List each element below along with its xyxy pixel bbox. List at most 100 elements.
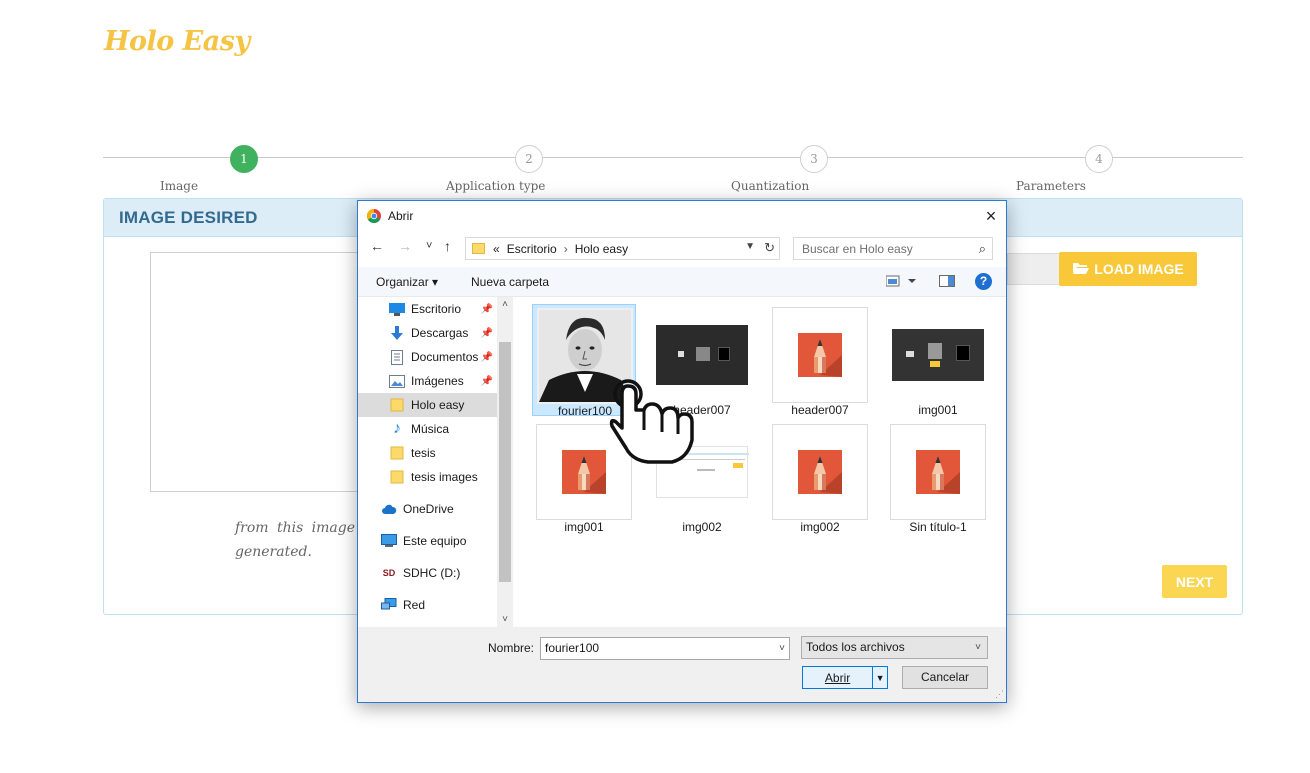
nav-item-holo-easy[interactable]: Holo easy <box>358 393 497 417</box>
help-icon[interactable]: ? <box>975 273 992 290</box>
file-list: fourier100 header007 header007 img001 im… <box>528 301 1003 623</box>
nav-item-sdhc[interactable]: SD SDHC (D:) <box>358 561 497 585</box>
step-3-circle[interactable]: 3 <box>800 145 828 173</box>
sd-card-icon: SD <box>382 568 396 578</box>
cancel-button[interactable]: Cancelar <box>902 666 988 689</box>
nav-item-musica[interactable]: ♪ Música <box>358 417 497 441</box>
filename-value: fourier100 <box>545 641 600 655</box>
nav-item-documentos[interactable]: Documentos 📌 <box>358 345 497 369</box>
view-options-icon[interactable] <box>885 274 918 291</box>
recent-locations-icon[interactable]: ˅ <box>426 240 432 252</box>
nav-item-imagenes[interactable]: Imágenes 📌 <box>358 369 497 393</box>
file-name: header007 <box>673 403 731 417</box>
open-button[interactable]: Abrir ▼ <box>802 666 888 689</box>
document-icon <box>389 349 405 365</box>
pencil-icon <box>798 450 842 494</box>
nav-item-label: OneDrive <box>403 502 454 516</box>
image-thumbnail <box>890 307 986 403</box>
nav-item-label: Documentos <box>411 350 479 364</box>
nav-item-red[interactable]: Red <box>358 593 497 617</box>
step-2-label: Application type <box>446 179 546 193</box>
chevron-down-icon[interactable]: ˅ <box>975 637 981 658</box>
pin-icon: 📌 <box>480 375 493 387</box>
nav-item-label: tesis images <box>411 470 478 484</box>
description-text: from this image generated. <box>235 520 355 560</box>
breadcrumb-separator: › <box>563 241 568 256</box>
folder-icon <box>389 446 405 460</box>
pictures-icon <box>389 374 405 388</box>
image-thumbnail <box>890 424 986 520</box>
scroll-down-icon[interactable]: ˅ <box>497 614 513 625</box>
step-1-circle[interactable]: 1 <box>230 145 258 173</box>
nav-item-onedrive[interactable]: OneDrive <box>358 497 497 521</box>
file-path-field[interactable] <box>1007 253 1059 285</box>
file-tile-img001-pencil[interactable]: img001 <box>532 421 636 534</box>
file-type-select[interactable]: Todos los archivos ˅ <box>801 636 988 659</box>
folder-open-icon <box>1072 261 1090 278</box>
computer-icon <box>381 534 397 548</box>
pencil-icon <box>562 450 606 494</box>
nav-pane-scrollbar[interactable]: ˄ ˅ <box>497 297 513 627</box>
close-icon[interactable]: × <box>978 204 1004 228</box>
step-2-circle[interactable]: 2 <box>515 145 543 173</box>
next-button[interactable]: NEXT <box>1162 565 1227 598</box>
pin-icon: 📌 <box>480 303 493 315</box>
dialog-toolbar: Organizar ▾ Nueva carpeta ? <box>358 267 1006 297</box>
dialog-titlebar: Abrir × <box>358 201 1006 231</box>
resize-grip-icon[interactable]: ⋰ <box>995 689 1004 700</box>
breadcrumb-escritorio[interactable]: Escritorio <box>507 242 557 256</box>
dropdown-arrow-icon[interactable]: ▼ <box>873 673 887 683</box>
step-4-label: Parameters <box>1016 179 1086 193</box>
step-4-circle[interactable]: 4 <box>1085 145 1113 173</box>
desktop-icon <box>389 302 405 316</box>
filename-input[interactable]: fourier100 ˅ <box>540 637 790 660</box>
navigation-pane: Escritorio 📌 Descargas 📌 Documentos 📌 Im… <box>358 297 513 627</box>
app-logo: Holo Easy <box>104 26 250 57</box>
up-arrow-icon[interactable]: ↑ <box>444 238 451 254</box>
file-tile-fourier100[interactable]: fourier100 <box>532 304 636 418</box>
scrollbar-thumb[interactable] <box>499 342 511 582</box>
portrait-thumbnail <box>537 308 633 404</box>
new-folder-button[interactable]: Nueva carpeta <box>471 275 549 289</box>
pencil-icon <box>798 333 842 377</box>
nav-item-label: Escritorio <box>411 302 462 316</box>
refresh-icon[interactable]: ↻ <box>764 240 775 256</box>
stepper-line <box>103 157 1243 158</box>
nav-item-tesis-images[interactable]: tesis images <box>358 465 497 489</box>
organize-button[interactable]: Organizar ▾ <box>376 275 438 289</box>
search-placeholder: Buscar en Holo easy <box>802 241 913 256</box>
file-tile-img001[interactable]: img001 <box>886 304 990 417</box>
network-icon <box>381 598 397 612</box>
scroll-up-icon[interactable]: ˄ <box>497 299 513 310</box>
file-tile-img002[interactable]: img002 <box>650 421 754 534</box>
file-name: header007 <box>791 403 849 417</box>
pin-icon: 📌 <box>480 327 493 339</box>
address-bar[interactable]: « Escritorio › Holo easy ▼ ↻ <box>465 237 780 260</box>
image-preview-area <box>150 252 360 492</box>
dialog-title: Abrir <box>388 209 414 223</box>
search-input[interactable]: Buscar en Holo easy ⌕ <box>793 237 993 260</box>
nav-item-escritorio[interactable]: Escritorio 📌 <box>358 297 497 321</box>
address-prefix: « <box>493 241 500 256</box>
file-name: fourier100 <box>557 404 613 418</box>
nav-item-label: SDHC (D:) <box>403 566 461 580</box>
file-tile-img002-pencil[interactable]: img002 <box>768 421 872 534</box>
preview-pane-icon[interactable] <box>939 274 955 291</box>
chevron-down-icon[interactable]: ˅ <box>779 638 785 659</box>
file-tile-header007-pencil[interactable]: header007 <box>768 304 872 417</box>
step-1-label: Image <box>160 179 199 193</box>
forward-arrow-icon[interactable]: → <box>398 238 412 254</box>
breadcrumb-holo-easy[interactable]: Holo easy <box>575 242 628 256</box>
nav-item-label: tesis <box>411 446 436 460</box>
back-arrow-icon[interactable]: ← <box>370 238 384 254</box>
file-name: img002 <box>682 520 722 534</box>
nav-item-descargas[interactable]: Descargas 📌 <box>358 321 497 345</box>
chevron-down-icon[interactable]: ▼ <box>745 241 755 252</box>
file-tile-sin-titulo-1[interactable]: Sin título-1 <box>886 421 990 534</box>
file-tile-header007[interactable]: header007 <box>650 304 754 417</box>
load-image-button[interactable]: LOAD IMAGE <box>1059 252 1197 286</box>
nav-item-tesis[interactable]: tesis <box>358 441 497 465</box>
nav-item-este-equipo[interactable]: Este equipo <box>358 529 497 553</box>
cloud-icon <box>381 502 397 516</box>
nav-item-label: Música <box>411 422 450 436</box>
